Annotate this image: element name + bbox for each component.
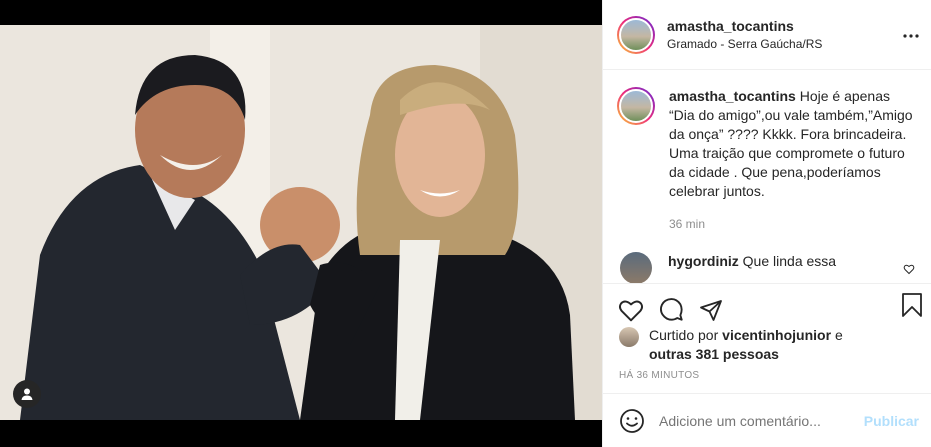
post-caption: amastha_tocantins Hoje é apenas “Dia do … [617,87,917,234]
comment-username[interactable]: hygordiniz [668,253,739,269]
smiley-icon [620,408,644,433]
caption-text: Hoje é apenas “Dia do amigo”,ou vale tam… [669,88,913,199]
likes-summary: Curtido por vicentinhojunior e outras 38… [619,326,917,364]
liker-avatar[interactable] [619,327,639,347]
publish-button[interactable]: Publicar [864,413,919,429]
add-comment-bar: Publicar [603,393,931,447]
post-media[interactable] [0,0,602,447]
photo-illustration [0,25,602,420]
like-button[interactable] [617,296,645,324]
post-side-panel: amastha_tocantins Gramado - Serra Gaúcha… [602,0,931,447]
paper-plane-icon [700,299,722,321]
caption-username[interactable]: amastha_tocantins [669,88,796,104]
post-timestamp[interactable]: HÁ 36 MINUTOS [619,370,699,381]
author-username[interactable]: amastha_tocantins [667,17,822,35]
post-actions [603,283,931,327]
post-location[interactable]: Gramado - Serra Gaúcha/RS [667,35,822,53]
post-header: amastha_tocantins Gramado - Serra Gaúcha… [603,0,931,70]
comment-input[interactable] [659,412,864,429]
likes-others-link[interactable]: outras 381 pessoas [649,346,779,362]
liker-username[interactable]: vicentinhojunior [722,327,831,343]
comment-item: hygordiniz Que linda essa [617,252,917,283]
caption-avatar[interactable] [617,87,655,125]
user-icon [21,388,33,400]
comments-list[interactable]: amastha_tocantins Hoje é apenas “Dia do … [603,71,931,283]
more-options-button[interactable] [903,22,919,43]
bookmark-icon [902,293,922,317]
likes-prefix: Curtido por [649,327,719,343]
author-avatar[interactable] [617,15,655,54]
heart-icon [903,264,915,275]
instagram-post: amastha_tocantins Gramado - Serra Gaúcha… [0,0,931,447]
comment-bubble-icon [659,298,683,321]
share-button[interactable] [697,296,725,324]
commenter-avatar[interactable] [620,252,652,283]
emoji-button[interactable] [619,408,645,434]
like-comment-button[interactable] [903,262,915,278]
caption-time[interactable]: 36 min [669,215,917,234]
heart-icon [618,300,644,321]
comment-button[interactable] [657,296,685,324]
tagged-people-button[interactable] [13,380,41,408]
comment-text: Que linda essa [742,253,837,269]
save-button[interactable] [901,292,923,321]
post-photo[interactable] [0,25,602,420]
likes-joiner: e [834,327,843,343]
more-horizontal-icon [903,34,919,38]
